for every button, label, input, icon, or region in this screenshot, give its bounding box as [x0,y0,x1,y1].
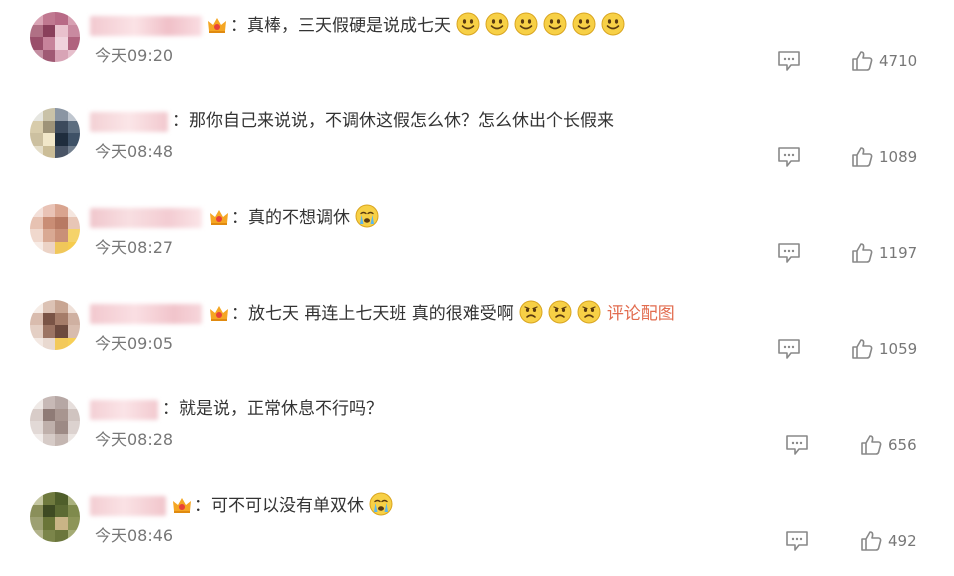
reply-icon[interactable] [777,146,801,168]
vip-crown-icon [173,498,191,513]
emoji-group [350,204,379,228]
comment-item: ：那你自己来说说，不调休这假怎么休？怎么休出个长假来 今天08:48 1089 [0,96,954,192]
avatar[interactable] [30,204,80,254]
comment-time: 今天08:48 [95,142,174,161]
comment-item: ：可不可以没有单双休 今天08:46 492 [0,480,954,576]
comment-item: ：放七天 再连上七天班 真的很难受啊 评论配图 今天09:05 1059 [0,288,954,384]
smile-emoji-icon [572,12,596,36]
like-count: 1089 [879,148,918,166]
like-button[interactable]: 492 [860,530,922,554]
like-count: 656 [888,436,917,454]
comment-text: ：就是说，正常休息不行吗？ [162,399,383,419]
vip-crown-icon [210,210,228,225]
avatar[interactable] [30,396,80,446]
comment-item: ：就是说，正常休息不行吗？ 今天08:28 656 [0,384,954,480]
reply-icon[interactable] [777,338,801,360]
comment-text: ：真棒，三天假硬是说成七天 [230,12,625,39]
like-count: 492 [888,532,917,550]
username-blurred[interactable] [90,208,202,228]
like-count: 1059 [879,340,918,358]
comment-time: 今天08:46 [95,526,174,545]
comment-image-link[interactable]: 评论配图 [607,304,675,324]
reply-icon[interactable] [777,242,801,264]
comment-time: 今天08:28 [95,430,174,449]
thumbs-up-icon [852,339,873,359]
comment-text: ：那你自己来说说，不调休这假怎么休？怎么休出个长假来 [172,111,614,131]
emoji-group [514,300,601,324]
like-count: 1197 [879,244,918,262]
comment-item: ：真的不想调休 今天08:27 1197 [0,192,954,288]
thumbs-up-icon [861,531,882,551]
comment-time: 今天09:20 [95,46,174,65]
like-button[interactable]: 656 [860,434,922,458]
username-blurred[interactable] [90,16,202,36]
thumbs-up-icon [852,51,873,71]
comment-text: ：可不可以没有单双休 [194,492,393,519]
comment-time: 今天08:27 [95,238,174,257]
like-button[interactable]: 1089 [851,146,921,170]
avatar[interactable] [30,492,80,542]
smile-emoji-icon [601,12,625,36]
comment-text: ：放七天 再连上七天班 真的很难受啊 评论配图 [231,300,675,327]
like-button[interactable]: 1197 [851,242,921,266]
thumbs-up-icon [861,435,882,455]
emoji-group [364,492,393,516]
emoji-group [451,12,625,36]
thumbs-up-icon [852,243,873,263]
username-blurred[interactable] [90,496,166,516]
username-blurred[interactable] [90,304,202,324]
cry-emoji-icon [369,492,393,516]
smile-emoji-icon [456,12,480,36]
comment-text: ：真的不想调休 [231,204,379,231]
avatar[interactable] [30,12,80,62]
avatar[interactable] [30,108,80,158]
vip-crown-icon [210,306,228,321]
smile-emoji-icon [514,12,538,36]
like-button[interactable]: 4710 [851,50,921,74]
sad-emoji-icon [577,300,601,324]
comment-time: 今天09:05 [95,334,174,353]
avatar[interactable] [30,300,80,350]
reply-icon[interactable] [785,530,809,552]
sad-emoji-icon [519,300,543,324]
vip-crown-icon [208,18,226,33]
cry-emoji-icon [355,204,379,228]
like-button[interactable]: 1059 [851,338,921,362]
smile-emoji-icon [485,12,509,36]
smile-emoji-icon [543,12,567,36]
sad-emoji-icon [548,300,572,324]
thumbs-up-icon [852,147,873,167]
comment-item: ：真棒，三天假硬是说成七天 今天09:20 4710 [0,0,954,96]
reply-icon[interactable] [777,50,801,72]
like-count: 4710 [879,52,918,70]
reply-icon[interactable] [785,434,809,456]
username-blurred[interactable] [90,400,158,420]
username-blurred[interactable] [90,112,168,132]
